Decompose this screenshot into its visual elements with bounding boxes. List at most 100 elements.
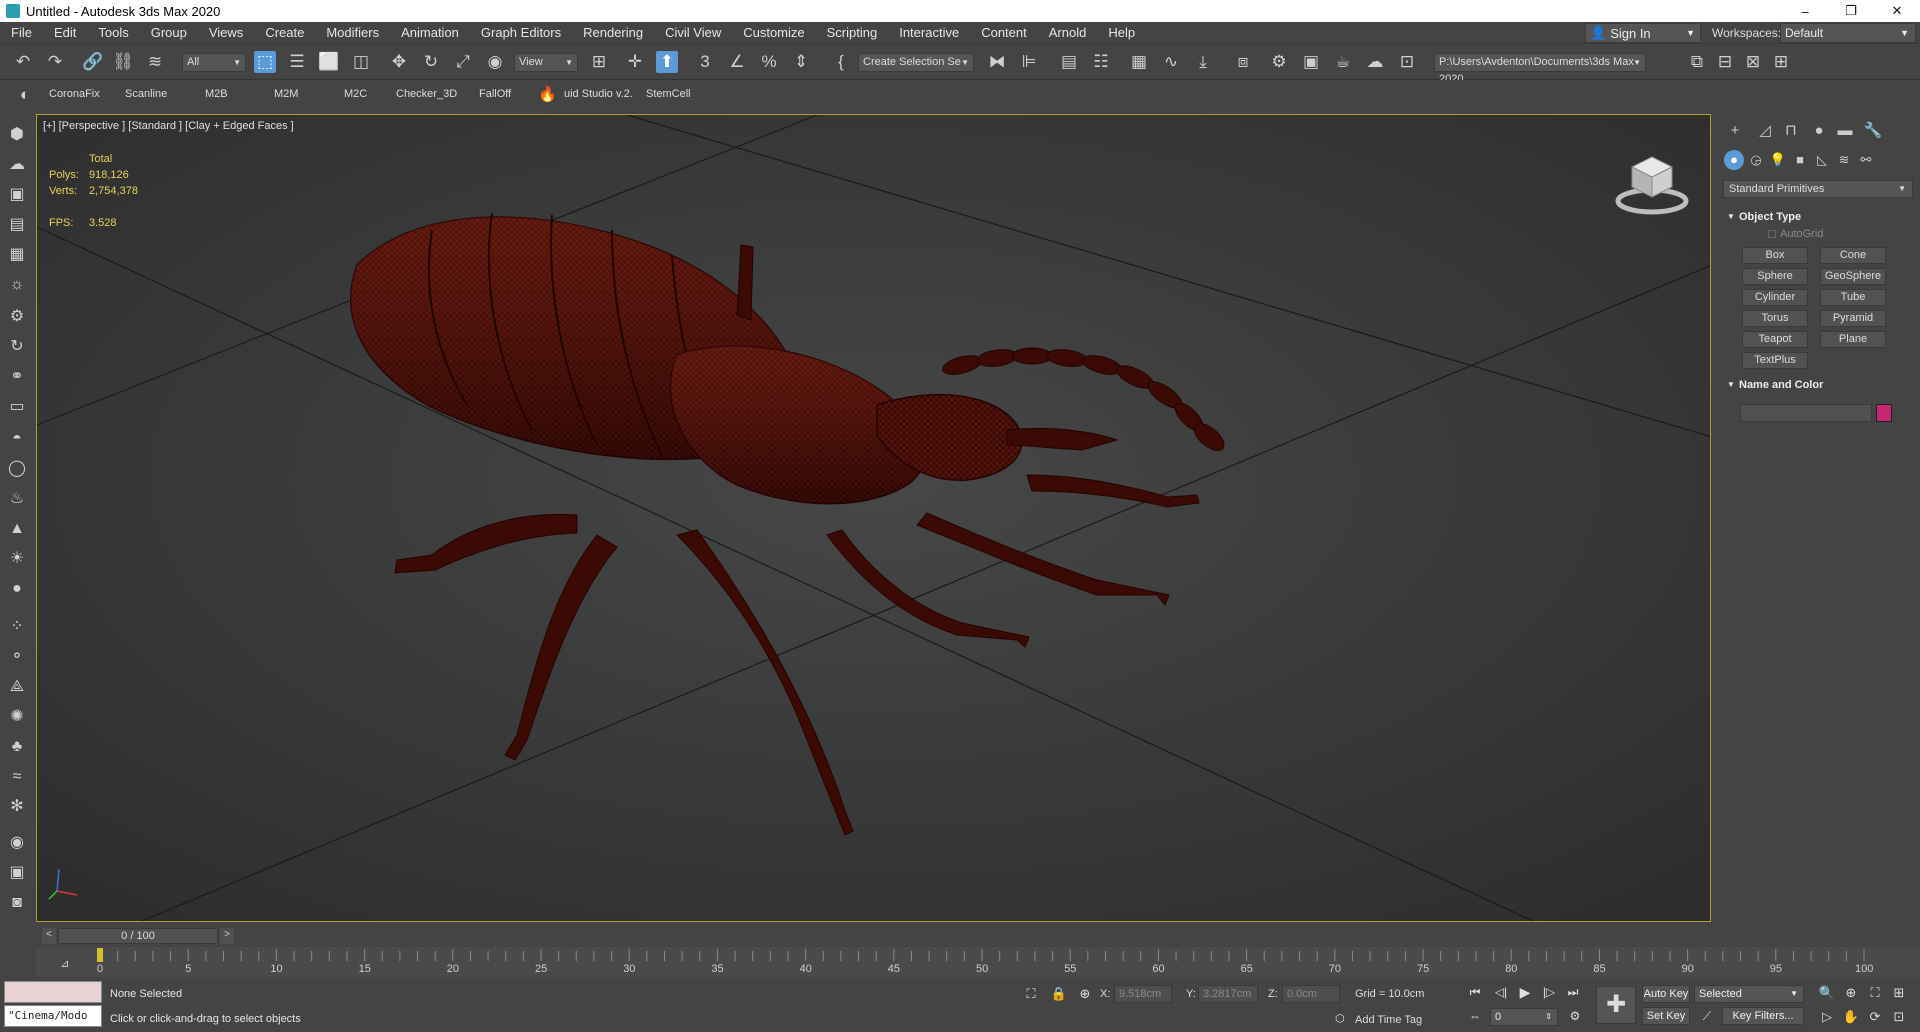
zoom-icon[interactable]: 🔍 (1818, 984, 1836, 1002)
render-icon[interactable]: ▣ (6, 862, 28, 884)
select-by-name-icon[interactable]: ☰ (286, 51, 308, 73)
geosphere-button[interactable]: GeoSphere (1820, 268, 1886, 285)
zoom-extents-icon[interactable]: ⛶ (1866, 984, 1884, 1002)
close-button[interactable]: ✕ (1874, 0, 1920, 22)
rotate-icon[interactable]: ↻ (420, 51, 442, 73)
particles-icon[interactable]: ⁘ (6, 616, 28, 638)
plugin-falloff[interactable]: FallOff (479, 88, 511, 100)
menu-arnold[interactable]: Arnold (1038, 22, 1098, 44)
maximize-viewport-icon[interactable]: ⊡ (1890, 1008, 1908, 1026)
go-to-end-icon[interactable]: ⏭ (1564, 984, 1582, 1000)
workspace-dropdown[interactable]: Default ▼ (1780, 23, 1916, 43)
menu-rendering[interactable]: Rendering (572, 22, 654, 44)
selection-set-dropdown[interactable]: Selected ▼ (1694, 985, 1804, 1003)
field-of-view-icon[interactable]: ▷ (1818, 1008, 1836, 1026)
redo-arrow-icon[interactable]: ↻ (6, 336, 28, 358)
shell-icon[interactable]: ✻ (6, 796, 28, 818)
modify-tab-icon[interactable]: ◿ (1752, 120, 1778, 142)
object-color-swatch[interactable] (1876, 404, 1892, 422)
align-icon[interactable]: ⊫ (1018, 51, 1040, 73)
angle-snap-icon[interactable]: ∠ (726, 51, 748, 73)
asset-tracking-icon[interactable]: ⊠ (1742, 51, 1764, 73)
key-mode-toggle-icon[interactable]: ⇔ (1466, 1008, 1484, 1024)
hair-fur-icon[interactable]: ≈ (6, 766, 28, 788)
menu-graph-editors[interactable]: Graph Editors (470, 22, 572, 44)
display-tab-icon[interactable]: ▬ (1832, 120, 1858, 142)
named-selection-dropdown[interactable]: Create Selection Se ▼ (858, 53, 974, 72)
name-and-color-rollout[interactable]: ▼ Name and Color (1723, 376, 1913, 394)
viewport-label-menu[interactable]: [+] [Perspective ] [Standard ] [Clay + E… (43, 120, 294, 132)
set-key-button[interactable]: Set Key (1642, 1007, 1690, 1025)
geometry-category-icon[interactable]: ● (1724, 150, 1744, 170)
track-bar[interactable]: ⊿ 0 5 10 15 20 25 30 35 40 45 50 55 60 65 70 75 80 85 90 95… (36, 947, 1920, 977)
object-name-input[interactable] (1740, 404, 1872, 422)
link-icon[interactable]: 🔗 (82, 51, 104, 73)
schematic-view-icon[interactable]: ⤓ (1192, 51, 1214, 73)
unlink-icon[interactable]: ⛓ (112, 51, 134, 73)
z-coordinate-field[interactable]: 0.0cm (1282, 985, 1340, 1003)
menu-help[interactable]: Help (1097, 22, 1146, 44)
camera-icon[interactable]: ⚭ (6, 366, 28, 388)
motion-tab-icon[interactable]: ● (1806, 120, 1832, 142)
scene-explorer-icon[interactable]: ▤ (1058, 51, 1080, 73)
render-iterative-icon[interactable]: ⊡ (1396, 51, 1418, 73)
maxscript-listener[interactable] (4, 981, 102, 1003)
menu-scripting[interactable]: Scripting (816, 22, 889, 44)
plugin-m2m[interactable]: M2M (274, 88, 298, 100)
plane-button[interactable]: Plane (1820, 331, 1886, 348)
render-setup-icon[interactable]: ⚙ (1268, 51, 1290, 73)
viewcube[interactable] (1612, 149, 1692, 219)
zoom-all-icon[interactable]: ⊕ (1842, 984, 1860, 1002)
mirror-icon[interactable]: ⧓ (986, 51, 1008, 73)
autogrid-checkbox[interactable]: AutoGrid (1768, 228, 1823, 240)
undo-icon[interactable]: ↶ (12, 51, 34, 73)
cylinder-button[interactable]: Cylinder (1742, 289, 1808, 306)
minimize-button[interactable]: – (1782, 0, 1828, 22)
zoom-extents-all-icon[interactable]: ⊞ (1890, 984, 1908, 1002)
snaps-toggle-icon[interactable]: 3 (694, 51, 716, 73)
time-slider-prev-button[interactable]: < (42, 928, 56, 944)
systems-category-icon[interactable]: ⚯ (1856, 150, 1876, 170)
molecule-icon[interactable]: ⚬ (6, 646, 28, 668)
box-button[interactable]: Box (1742, 247, 1808, 264)
layer-explorer-icon[interactable]: ☷ (1090, 51, 1112, 73)
window-crossing-icon[interactable]: ◫ (350, 51, 372, 73)
utilities-tab-icon[interactable]: 🔧 (1860, 120, 1886, 142)
default-in-out-tangents-icon[interactable]: ⟋ (1698, 1008, 1716, 1024)
plugin-m2c[interactable]: M2C (344, 88, 367, 100)
add-time-tag-button[interactable]: Add Time Tag (1355, 1014, 1422, 1026)
menu-edit[interactable]: Edit (43, 22, 87, 44)
create-tab-icon[interactable]: + (1722, 120, 1748, 142)
blue-gear-icon[interactable]: ✺ (6, 706, 28, 728)
teapot-icon[interactable]: ♨ (6, 488, 28, 510)
pan-view-icon[interactable]: ✋ (1842, 1008, 1860, 1026)
absolute-mode-transform-icon[interactable]: ⊕ (1076, 985, 1094, 1003)
time-slider-next-button[interactable]: > (220, 928, 234, 944)
cloud-icon[interactable]: ☁ (6, 154, 28, 176)
render-production-icon[interactable]: ☕ (1332, 51, 1354, 73)
keyboard-shortcut-override-icon[interactable]: ⬆ (656, 51, 678, 73)
plugin-fluid-studio[interactable]: uid Studio v.2. (564, 88, 633, 100)
plant-icon[interactable]: ♣ (6, 736, 28, 758)
place-icon[interactable]: ◉ (484, 51, 506, 73)
lights-category-icon[interactable]: 💡 (1768, 150, 1788, 170)
graphite-tools-icon[interactable]: ⬢ (6, 124, 28, 146)
plugin-coronafix[interactable]: CoronaFix (49, 88, 100, 100)
percent-snap-icon[interactable]: % (758, 51, 780, 73)
pivot-center-icon[interactable]: ⊞ (588, 51, 610, 73)
primitive-type-dropdown[interactable]: Standard Primitives ▼ (1723, 180, 1913, 198)
select-manipulate-icon[interactable]: ✛ (624, 51, 646, 73)
hierarchy-tab-icon[interactable]: ⊓ (1778, 120, 1804, 142)
truss-icon[interactable]: ⟁ (6, 676, 28, 698)
select-object-icon[interactable]: ⬚ (254, 51, 276, 73)
menu-modifiers[interactable]: Modifiers (315, 22, 390, 44)
perspective-viewport[interactable]: [+] [Perspective ] [Standard ] [Clay + E… (36, 114, 1711, 922)
menu-group[interactable]: Group (140, 22, 198, 44)
sphere-icon[interactable]: ◯ (6, 458, 28, 480)
render-in-cloud-icon[interactable]: ☁ (1364, 51, 1386, 73)
isolate-selection-icon[interactable]: ⛶ (1022, 985, 1040, 1003)
time-configuration-icon[interactable]: ⚙ (1566, 1008, 1584, 1024)
shapes-category-icon[interactable]: ◶ (1746, 150, 1766, 170)
redo-icon[interactable]: ↷ (44, 51, 66, 73)
auto-key-button[interactable]: Auto Key (1642, 985, 1690, 1003)
